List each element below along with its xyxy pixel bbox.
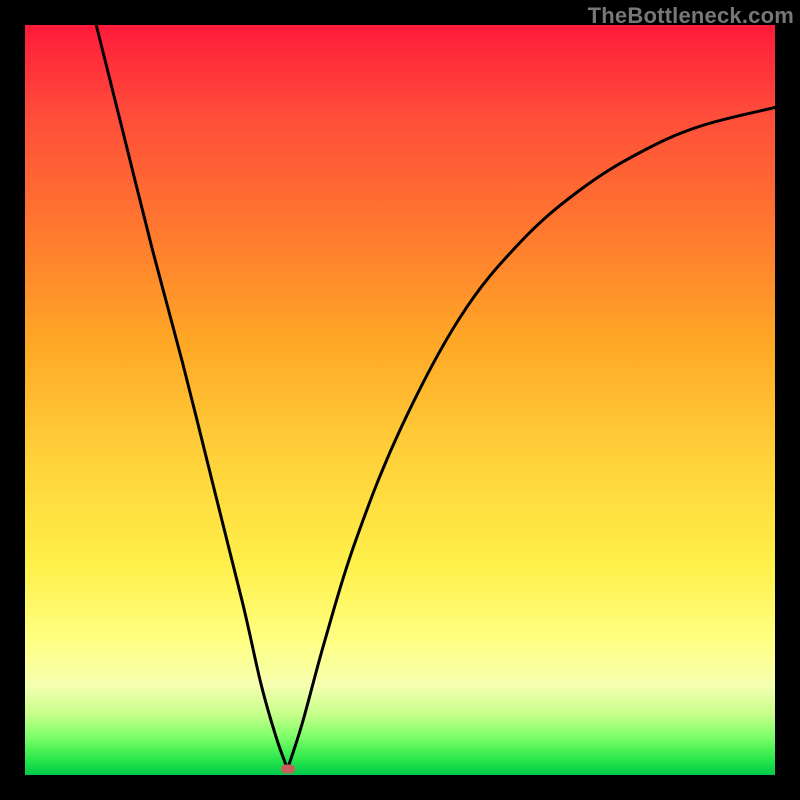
plot-area — [25, 25, 775, 775]
bottleneck-curve — [25, 25, 775, 775]
minimum-point-marker — [281, 765, 295, 774]
chart-frame: TheBottleneck.com — [0, 0, 800, 800]
watermark-text: TheBottleneck.com — [588, 3, 794, 29]
curve-path-right — [288, 108, 776, 770]
curve-path-left — [96, 25, 287, 769]
